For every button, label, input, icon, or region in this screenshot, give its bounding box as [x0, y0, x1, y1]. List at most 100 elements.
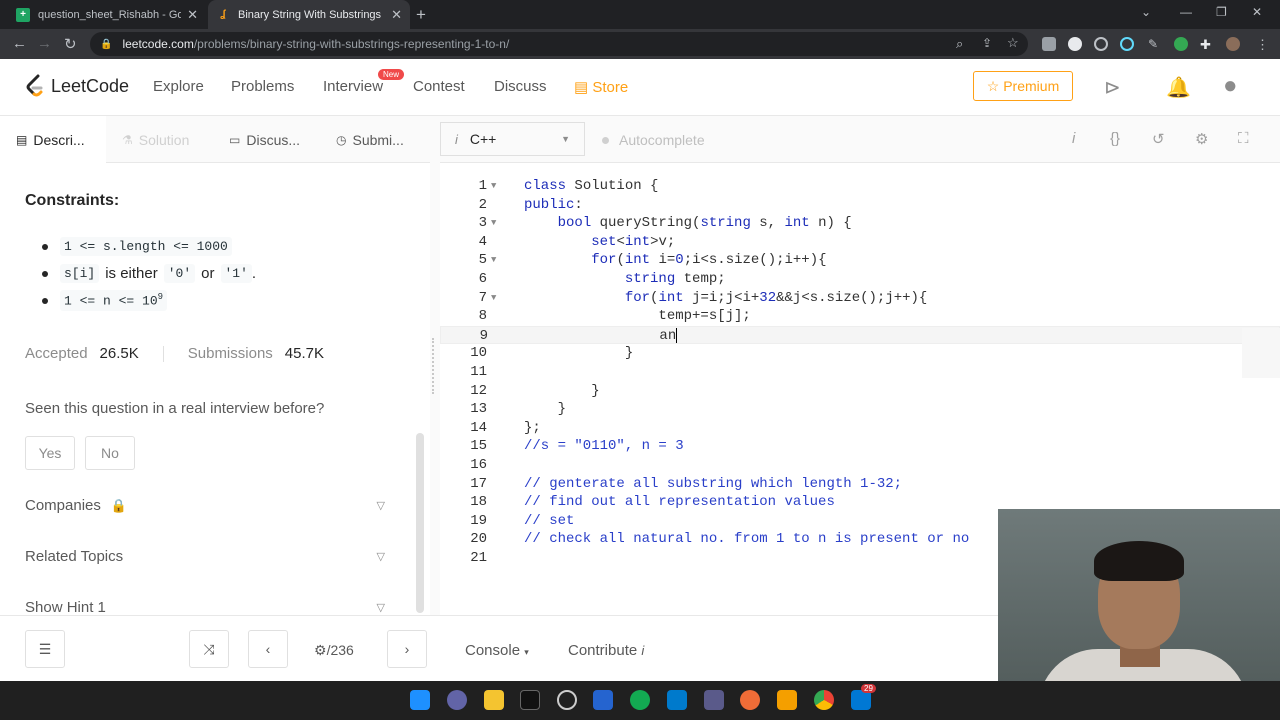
settings-icon[interactable]: ⚙ — [1195, 130, 1208, 148]
info-icon[interactable]: i — [1072, 130, 1075, 147]
nav-discuss[interactable]: Discuss — [494, 78, 547, 95]
file-explorer-icon[interactable] — [484, 690, 504, 710]
tab-discuss[interactable]: ▭ Discus... — [229, 116, 300, 163]
tab-submissions[interactable]: ◷ Submi... — [336, 116, 404, 163]
tab-description[interactable]: ▤ Descri... — [0, 116, 106, 163]
reset-icon[interactable]: ↺ — [1152, 130, 1165, 148]
yes-button[interactable]: Yes — [25, 436, 75, 470]
random-problem-button[interactable]: ⤨ — [189, 630, 229, 668]
browser-tab-leetcode[interactable]: ʆ Binary String With Substrings Rep ✕ — [208, 0, 410, 29]
new-tab-button[interactable]: + — [416, 5, 426, 25]
code-line[interactable]: 12 } — [440, 382, 1280, 401]
premium-button[interactable]: ☆ Premium — [973, 71, 1073, 101]
mail-icon[interactable]: 29 — [851, 684, 876, 710]
nav-contest[interactable]: Contest — [413, 78, 465, 95]
code-line[interactable]: 5 ▼ for(int i=0;i<s.size();i++){ — [440, 251, 1280, 270]
code-line[interactable]: 4 set<int>v; — [440, 233, 1280, 252]
scrollbar[interactable] — [416, 433, 424, 613]
chrome-menu-icon[interactable]: ⋮ — [1256, 37, 1270, 52]
vscode-icon[interactable] — [667, 690, 687, 710]
chrome-icon[interactable] — [814, 690, 834, 710]
previous-problem-button[interactable]: ‹ — [248, 630, 288, 668]
companies-accordion[interactable]: Companies 🔒 ▽ — [25, 497, 385, 514]
user-avatar-icon[interactable]: ● — [1223, 72, 1238, 100]
terminal-icon[interactable] — [520, 690, 540, 710]
next-problem-button[interactable]: › — [387, 630, 427, 668]
notification-bell-icon[interactable]: 🔔 — [1166, 75, 1191, 100]
zoom-icon[interactable]: ⌕ — [956, 36, 963, 52]
code-line[interactable]: 14}; — [440, 419, 1280, 438]
console-button[interactable]: Console ▾ — [465, 642, 529, 659]
browser-tab-sheets[interactable]: + question_sheet_Rishabh - Googl ✕ — [8, 0, 206, 29]
code-line[interactable]: 3 ▼ bool queryString(string s, int n) { — [440, 214, 1280, 233]
fold-arrow-icon[interactable]: ▼ — [491, 289, 496, 308]
reload-icon[interactable]: ↻ — [64, 35, 77, 53]
sublime-icon[interactable] — [777, 690, 797, 710]
code-line[interactable]: 10 } — [440, 344, 1280, 363]
close-window-button[interactable]: ✕ — [1252, 5, 1262, 19]
related-topics-accordion[interactable]: Related Topics ▽ — [25, 548, 385, 565]
braces-icon[interactable]: {} — [1110, 130, 1120, 147]
show-hint-accordion[interactable]: Show Hint 1 ▽ — [25, 599, 385, 615]
tab-solution[interactable]: ⚗ Solution — [122, 116, 189, 163]
extension-camera-icon[interactable] — [1042, 37, 1056, 51]
code-line[interactable]: 8 temp+=s[j]; — [440, 307, 1280, 326]
code-line[interactable]: 1 ▼ class Solution { — [440, 177, 1280, 196]
extension-pen-icon[interactable]: ✎ — [1148, 37, 1162, 51]
extension-record-icon[interactable] — [1094, 37, 1108, 51]
obs-icon[interactable] — [557, 690, 577, 710]
side-drawer-tab[interactable] — [1242, 328, 1280, 378]
code-line[interactable]: 17 // genterate all substring which lengt… — [440, 475, 1280, 494]
leetcode-logo[interactable]: LeetCode — [25, 74, 129, 98]
code-line[interactable]: 7 ▼ for(int j=i;j<i+32&&j<s.size();j++){ — [440, 289, 1280, 308]
code-line[interactable]: 16 — [440, 456, 1280, 475]
submissions-label: Submissions — [187, 345, 273, 362]
fold-arrow-icon[interactable]: ▼ — [491, 177, 496, 196]
code-line[interactable]: 2 public: — [440, 196, 1280, 215]
mongodb-icon[interactable] — [630, 690, 650, 710]
nav-store[interactable]: ▤ Store — [574, 78, 628, 96]
contribute-button[interactable]: Contribute i — [568, 642, 644, 659]
app-icon[interactable] — [704, 690, 724, 710]
language-select[interactable]: i C++ ▼ — [440, 122, 585, 156]
line-number: 13 — [470, 401, 487, 418]
address-bar[interactable]: 🔒 leetcode.com/problems/binary-string-wi… — [90, 32, 1028, 56]
close-tab-icon[interactable]: ✕ — [187, 7, 198, 23]
minimize-button[interactable]: — — [1180, 5, 1192, 19]
todo-icon[interactable] — [593, 690, 613, 710]
code-line[interactable]: 15 //s = "0110", n = 3 — [440, 437, 1280, 456]
playground-icon[interactable]: ⊳ — [1104, 75, 1121, 100]
nav-explore[interactable]: Explore — [153, 78, 204, 95]
no-button[interactable]: No — [85, 436, 135, 470]
extension-react-icon[interactable] — [1120, 37, 1134, 51]
fold-arrow-icon[interactable]: ▼ — [491, 251, 496, 270]
share-icon[interactable]: ⇪ — [982, 36, 992, 50]
close-tab-icon[interactable]: ✕ — [391, 7, 402, 23]
back-icon[interactable]: ← — [12, 35, 27, 52]
extension-circle-icon[interactable] — [1068, 37, 1082, 51]
autocomplete-toggle[interactable]: Autocomplete — [602, 132, 705, 148]
line-number: 3 — [478, 215, 487, 232]
extension-green-icon[interactable] — [1174, 37, 1188, 51]
extensions-puzzle-icon[interactable]: ✚ — [1200, 37, 1214, 52]
nav-interview[interactable]: Interview — [323, 78, 383, 95]
bookmark-star-icon[interactable]: ☆ — [1007, 35, 1019, 51]
constraint-item: 1 <= s.length <= 1000 — [41, 233, 256, 260]
problem-list-button[interactable]: ☰ — [25, 630, 65, 668]
forward-icon[interactable]: → — [37, 35, 52, 52]
postman-icon[interactable] — [740, 690, 760, 710]
fold-arrow-icon[interactable]: ▼ — [491, 214, 496, 233]
profile-avatar[interactable] — [1226, 37, 1240, 51]
nav-problems[interactable]: Problems — [231, 78, 294, 95]
code-line[interactable]: 13 } — [440, 400, 1280, 419]
maximize-button[interactable]: ❐ — [1216, 5, 1227, 19]
code-line[interactable]: 9 an — [440, 325, 1280, 345]
tab-search-icon[interactable]: ⌄ — [1141, 5, 1151, 19]
code-line[interactable]: 6 string temp; — [440, 270, 1280, 289]
panel-splitter[interactable] — [430, 116, 440, 616]
windows-start-icon[interactable] — [410, 690, 430, 710]
code-text: string temp; — [624, 271, 726, 287]
chat-icon[interactable] — [447, 690, 467, 710]
code-line[interactable]: 11 — [440, 363, 1280, 382]
fullscreen-icon[interactable]: ⛶ — [1238, 130, 1249, 147]
